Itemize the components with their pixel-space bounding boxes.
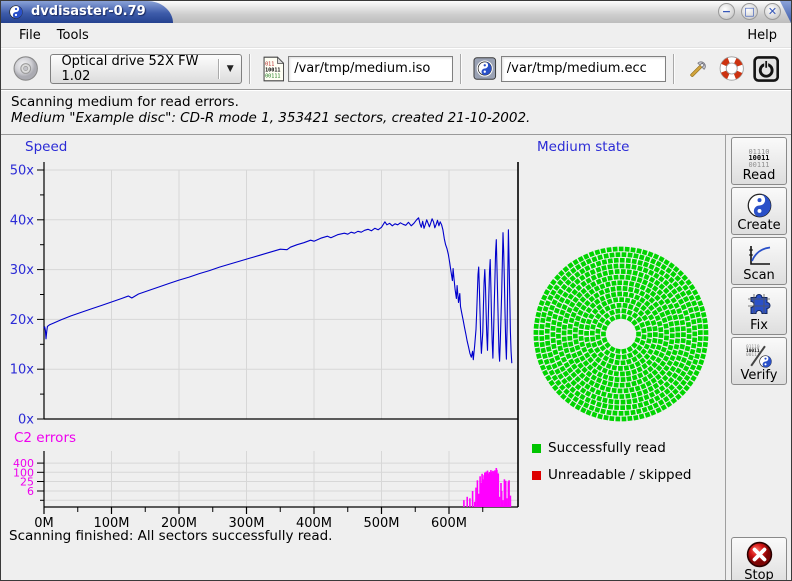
scan-button-label: Scan bbox=[743, 268, 775, 283]
svg-text:20x: 20x bbox=[10, 313, 35, 328]
svg-text:10011: 10011 bbox=[265, 67, 280, 73]
drive-select-value: Optical drive 52X FW 1.02 bbox=[61, 54, 212, 84]
menubar: File Tools Help bbox=[1, 23, 791, 48]
fix-button-label: Fix bbox=[750, 318, 768, 333]
legend-green-swatch bbox=[532, 444, 541, 453]
legend-red-swatch bbox=[532, 471, 541, 480]
maximize-button[interactable]: □ bbox=[741, 3, 758, 20]
status-line1: Scanning medium for read errors. bbox=[11, 94, 781, 110]
titlebar[interactable]: dvdisaster-0.79 − □ ✕ bbox=[1, 1, 791, 23]
medium-state-legend: Successfully read Unreadable / skipped bbox=[532, 440, 691, 494]
help-lifesaver-icon[interactable] bbox=[719, 55, 744, 82]
svg-text:30x: 30x bbox=[10, 263, 35, 278]
verify-yinyang-icon bbox=[759, 355, 772, 368]
iso-path-input[interactable] bbox=[288, 56, 453, 82]
c2-chart-title: C2 errors bbox=[14, 430, 76, 446]
scan-curve-icon bbox=[746, 244, 772, 268]
svg-text:40x: 40x bbox=[10, 213, 35, 228]
action-sidebar: 01110 10011 00111 Read Create Scan bbox=[726, 135, 791, 581]
svg-text:011: 011 bbox=[265, 61, 274, 67]
menu-file[interactable]: File bbox=[11, 26, 49, 45]
create-yinyang-icon bbox=[747, 193, 772, 218]
toolbar-separator bbox=[673, 54, 675, 84]
toolbar: Optical drive 52X FW 1.02 ▼ 011 10011 00… bbox=[1, 48, 791, 90]
charts-panel: 0x10x20x30x40x50x4001002560M100M200M300M… bbox=[1, 135, 726, 581]
scan-button[interactable]: Scan bbox=[731, 237, 787, 285]
create-button-label: Create bbox=[737, 218, 780, 233]
quit-power-icon[interactable] bbox=[753, 55, 779, 83]
legend-label-unreadable: Unreadable / skipped bbox=[548, 467, 691, 483]
svg-text:500M: 500M bbox=[363, 516, 399, 531]
ecc-file-icon bbox=[473, 56, 497, 81]
read-button-label: Read bbox=[743, 168, 776, 183]
stop-icon bbox=[746, 541, 773, 568]
combo-divider bbox=[218, 59, 219, 79]
drive-select[interactable]: Optical drive 52X FW 1.02 ▼ bbox=[50, 54, 241, 84]
fix-puzzle-icon bbox=[746, 292, 772, 318]
read-icon: 01110 10011 00111 bbox=[748, 149, 769, 169]
charts-region: 0x10x20x30x40x50x4001002560M100M200M300M… bbox=[1, 135, 726, 546]
scan-result-text: Scanning finished: All sectors successfu… bbox=[9, 528, 332, 544]
main-content: 0x10x20x30x40x50x4001002560M100M200M300M… bbox=[1, 135, 791, 581]
legend-row: Unreadable / skipped bbox=[532, 467, 691, 483]
fix-button[interactable]: Fix bbox=[731, 287, 787, 335]
ecc-path-input[interactable] bbox=[501, 56, 666, 82]
svg-text:600M: 600M bbox=[431, 516, 467, 531]
stop-button-label: Stop bbox=[744, 568, 774, 581]
svg-text:10x: 10x bbox=[10, 363, 35, 378]
minimize-button[interactable]: − bbox=[718, 3, 735, 20]
legend-label-read: Successfully read bbox=[548, 440, 666, 456]
read-button[interactable]: 01110 10011 00111 Read bbox=[731, 137, 787, 185]
svg-text:6: 6 bbox=[27, 485, 34, 498]
menu-tools[interactable]: Tools bbox=[49, 26, 97, 45]
chevron-down-icon: ▼ bbox=[224, 64, 237, 74]
verify-button-label: Verify bbox=[741, 368, 778, 383]
iso-image-icon: 011 10011 00111 bbox=[262, 56, 285, 82]
cd-drive-icon bbox=[13, 55, 38, 82]
app-window: dvdisaster-0.79 − □ ✕ File Tools Help Op… bbox=[0, 0, 792, 581]
legend-row: Successfully read bbox=[532, 440, 691, 456]
medium-state-title: Medium state bbox=[537, 139, 629, 155]
disc-svg bbox=[526, 239, 716, 429]
menu-help[interactable]: Help bbox=[739, 26, 785, 45]
speed-chart-title: Speed bbox=[25, 139, 67, 155]
verify-icon: 01110 10011 00111 bbox=[746, 346, 772, 368]
svg-text:50x: 50x bbox=[10, 164, 35, 179]
svg-text:00111: 00111 bbox=[265, 73, 280, 79]
preferences-wrench-icon[interactable] bbox=[686, 55, 711, 82]
svg-text:0x: 0x bbox=[18, 413, 34, 428]
toolbar-separator bbox=[249, 54, 251, 84]
stop-button[interactable]: Stop bbox=[731, 537, 787, 581]
toolbar-separator bbox=[460, 54, 462, 84]
close-button[interactable]: ✕ bbox=[764, 3, 781, 20]
status-area: Scanning medium for read errors. Medium … bbox=[1, 90, 791, 135]
window-title: dvdisaster-0.79 bbox=[31, 1, 146, 23]
status-line2: Medium "Example disc": CD-R mode 1, 3534… bbox=[11, 110, 781, 126]
create-button[interactable]: Create bbox=[731, 187, 787, 235]
app-logo-icon bbox=[9, 5, 23, 19]
verify-button[interactable]: 01110 10011 00111 Verify bbox=[731, 337, 787, 385]
